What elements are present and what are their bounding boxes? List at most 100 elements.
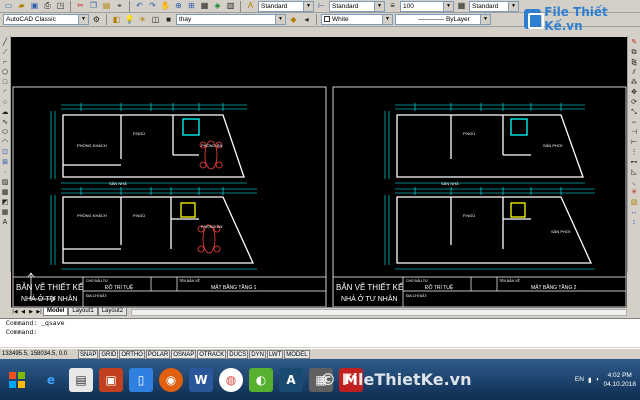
rotate-icon[interactable]: ⟳ bbox=[630, 98, 639, 107]
open-folder-icon[interactable]: ▰ bbox=[16, 1, 27, 11]
calculator-icon[interactable]: ▥ bbox=[225, 1, 236, 11]
osnap-toggle[interactable]: OSNAP bbox=[171, 349, 197, 359]
dimension-icon[interactable]: ↔ bbox=[630, 208, 639, 217]
internet-explorer-icon[interactable]: e bbox=[39, 368, 63, 392]
construction-line-icon[interactable]: ⟋ bbox=[1, 48, 10, 57]
save-icon[interactable]: ▣ bbox=[29, 1, 40, 11]
insert-block-icon[interactable]: ⊡ bbox=[1, 148, 10, 157]
spline-icon[interactable]: ∿ bbox=[1, 118, 10, 127]
table-icon[interactable]: ▦ bbox=[1, 208, 10, 217]
start-button[interactable] bbox=[4, 367, 30, 393]
volume-icon[interactable]: ◖ bbox=[596, 376, 600, 383]
region-icon[interactable]: ◩ bbox=[1, 198, 10, 207]
revision-cloud-icon[interactable]: ☁ bbox=[1, 108, 10, 117]
line-icon[interactable]: ╱ bbox=[1, 38, 10, 47]
ortho-toggle[interactable]: ORTHO bbox=[119, 349, 145, 359]
preview-icon[interactable]: ◳ bbox=[55, 1, 66, 11]
grid-toggle[interactable]: GRID bbox=[99, 349, 119, 359]
polyline-icon[interactable]: ⌐ bbox=[1, 58, 10, 67]
layer-color-icon[interactable]: ■ bbox=[163, 15, 174, 25]
tab-layout2[interactable]: Layout2 bbox=[97, 308, 128, 316]
hatch-icon[interactable]: ▨ bbox=[1, 178, 10, 187]
next-tab-icon[interactable]: ▶ bbox=[27, 309, 35, 315]
paste-icon[interactable]: ▤ bbox=[101, 1, 112, 11]
dim-style-select[interactable]: Standard bbox=[329, 0, 385, 12]
first-tab-icon[interactable]: |◀ bbox=[11, 309, 19, 315]
redo-icon[interactable]: ↷ bbox=[147, 1, 158, 11]
model-toggle[interactable]: MODEL bbox=[284, 349, 310, 359]
undo-icon[interactable]: ↶ bbox=[134, 1, 145, 11]
trim-icon[interactable]: ⊣ bbox=[630, 128, 639, 137]
offset-icon[interactable]: ⫽ bbox=[630, 68, 639, 77]
mirror-icon[interactable]: ⧎ bbox=[630, 58, 639, 67]
command-window[interactable]: Command: _qsave Command: bbox=[0, 318, 640, 347]
ellipse-arc-icon[interactable]: ◠ bbox=[1, 138, 10, 147]
layer-select[interactable]: thay bbox=[176, 14, 286, 25]
file-explorer-icon[interactable]: ▤ bbox=[69, 367, 93, 392]
workspace-select[interactable]: AutoCAD Classic bbox=[3, 14, 89, 25]
cut-icon[interactable]: ✂ bbox=[75, 1, 86, 11]
color-select[interactable]: White bbox=[321, 14, 393, 25]
quick-dimension-icon[interactable]: ↕ bbox=[630, 218, 639, 227]
layer-on-icon[interactable]: 💡 bbox=[124, 15, 135, 25]
explode-icon[interactable]: ✳ bbox=[630, 188, 639, 197]
horizontal-scrollbar[interactable] bbox=[131, 308, 627, 316]
scale-icon[interactable]: ⤡ bbox=[630, 108, 639, 117]
layer-manager-icon[interactable]: ◧ bbox=[111, 15, 122, 25]
tab-model[interactable]: Model bbox=[43, 308, 69, 316]
zoom-window-icon[interactable]: ⊞ bbox=[186, 1, 197, 11]
layer-previous-icon[interactable]: ◂ bbox=[301, 15, 312, 25]
copy-icon[interactable]: ❐ bbox=[88, 1, 99, 11]
print-icon[interactable]: ⎙ bbox=[42, 1, 53, 11]
zoom-icon[interactable]: ⊕ bbox=[173, 1, 184, 11]
app-green-icon[interactable]: ◐ bbox=[249, 367, 273, 392]
extend-icon[interactable]: ⊢ bbox=[630, 138, 639, 147]
ellipse-icon[interactable]: ⬭ bbox=[1, 128, 10, 137]
arc-icon[interactable]: ◜ bbox=[1, 88, 10, 97]
polar-toggle[interactable]: POLAR bbox=[145, 349, 171, 359]
fillet-icon[interactable]: ◟ bbox=[630, 178, 639, 187]
autocad-icon[interactable]: A bbox=[279, 367, 303, 392]
layer-freeze-icon[interactable]: ☀ bbox=[137, 15, 148, 25]
command-prompt[interactable]: Command: bbox=[6, 328, 640, 337]
move-icon[interactable]: ✥ bbox=[630, 88, 639, 97]
layer-lock-icon[interactable]: ◫ bbox=[150, 15, 161, 25]
match-properties-icon[interactable]: ⌖ bbox=[114, 1, 125, 11]
chamfer-icon[interactable]: ◺ bbox=[630, 168, 639, 177]
model-space-canvas[interactable]: PHÒNG KHÁCH P.NGỦ PHÒNG ĂN SÂN NHÀ PHÒNG… bbox=[11, 37, 627, 307]
network-icon[interactable]: ▮ bbox=[588, 376, 592, 384]
ducs-toggle[interactable]: DUCS bbox=[227, 349, 249, 359]
join-icon[interactable]: ⊷ bbox=[630, 158, 639, 167]
dyn-toggle[interactable]: DYN bbox=[249, 349, 266, 359]
make-block-icon[interactable]: ⊠ bbox=[1, 158, 10, 167]
document-icon[interactable]: ▯ bbox=[129, 367, 153, 392]
break-icon[interactable]: ⋮ bbox=[630, 148, 639, 157]
properties-icon[interactable]: ▦ bbox=[199, 1, 210, 11]
make-current-icon[interactable]: ◆ bbox=[288, 15, 299, 25]
workspace-settings-icon[interactable]: ⚙ bbox=[91, 15, 102, 25]
table-style-select[interactable]: Standard bbox=[469, 0, 519, 12]
copy-object-icon[interactable]: ⧉ bbox=[630, 48, 639, 57]
chrome-icon[interactable]: ◍ bbox=[219, 367, 243, 392]
polygon-icon[interactable]: ⬠ bbox=[1, 68, 10, 77]
firefox-icon[interactable]: ◉ bbox=[159, 367, 183, 392]
circle-icon[interactable]: ○ bbox=[1, 98, 10, 107]
clock[interactable]: 4:02 PM 04.10.2018 bbox=[603, 371, 636, 389]
tab-layout1[interactable]: Layout1 bbox=[68, 308, 98, 316]
snap-toggle[interactable]: SNAP bbox=[78, 349, 99, 359]
last-tab-icon[interactable]: ▶| bbox=[35, 309, 43, 315]
design-center-icon[interactable]: ◈ bbox=[212, 1, 223, 11]
gradient-icon[interactable]: ▩ bbox=[1, 188, 10, 197]
pan-icon[interactable]: ✋ bbox=[160, 1, 171, 11]
otrack-toggle[interactable]: OTRACK bbox=[197, 349, 227, 359]
prev-tab-icon[interactable]: ◀ bbox=[19, 309, 27, 315]
linetype-select[interactable]: ———— ByLayer bbox=[395, 14, 491, 25]
text-style-select[interactable]: Standard bbox=[258, 0, 314, 12]
rectangle-icon[interactable]: □ bbox=[1, 78, 10, 87]
lineweight-select[interactable]: 100 bbox=[400, 0, 454, 12]
lwt-toggle[interactable]: LWT bbox=[266, 349, 284, 359]
array-icon[interactable]: ⁂ bbox=[630, 78, 639, 87]
erase-icon[interactable]: ✎ bbox=[630, 38, 639, 47]
language-indicator[interactable]: EN bbox=[575, 376, 584, 383]
stretch-icon[interactable]: ⇔ bbox=[630, 118, 639, 127]
